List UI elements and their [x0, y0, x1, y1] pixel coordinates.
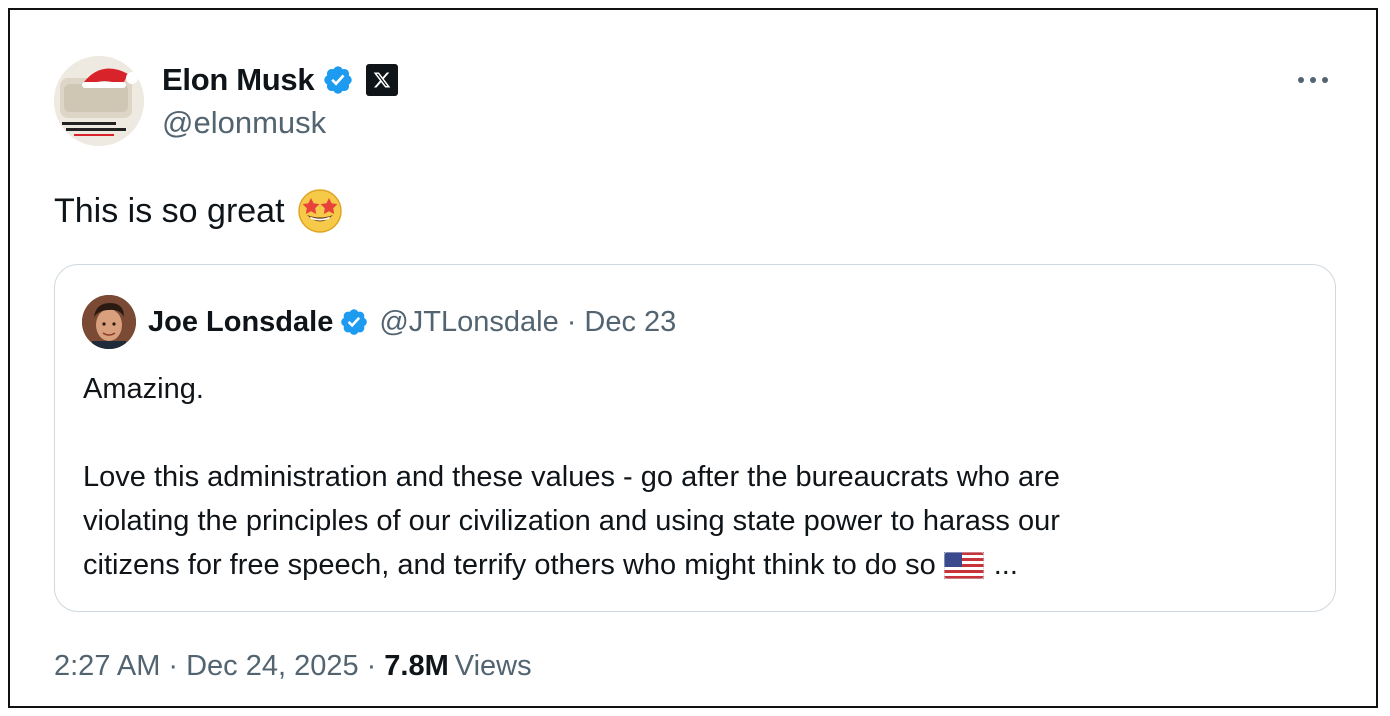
star-struck-emoji-icon	[297, 189, 342, 233]
tweet-text: This is so great	[54, 191, 285, 230]
tweet-frame: Elon Musk @elonmusk This is so great Joe…	[8, 8, 1378, 708]
quote-body: Amazing. Love this administration and th…	[83, 367, 1308, 587]
quoted-tweet-card[interactable]: Joe Lonsdale @JTLonsdale · Dec 23 Amazin…	[54, 264, 1336, 612]
author-row: Elon Musk	[162, 60, 399, 100]
quote-line-3: violating the principles of our civiliza…	[83, 505, 1060, 537]
quote-verified-badge-icon[interactable]	[339, 307, 369, 337]
quote-line-1: Amazing.	[83, 373, 204, 405]
views-count[interactable]: 7.8M	[384, 650, 448, 683]
quote-line-4-text: citizens for free speech, and terrify ot…	[83, 549, 936, 581]
verified-badge-icon[interactable]	[322, 64, 354, 96]
quote-avatar-image	[82, 295, 136, 349]
quote-line-2: Love this administration and these value…	[83, 461, 1060, 493]
quote-author-name[interactable]: Joe Lonsdale	[148, 306, 333, 339]
author-name[interactable]: Elon Musk	[162, 62, 315, 98]
quote-blank-line	[83, 411, 1308, 455]
us-flag-icon	[943, 552, 984, 579]
tweet-meta: 2:27 AM · Dec 24, 2025 · 7.8M Views	[54, 650, 532, 683]
tweet-date[interactable]: Dec 24, 2025	[186, 650, 359, 683]
views-label[interactable]: Views	[455, 650, 532, 683]
meta-separator-2: ·	[366, 650, 377, 682]
tweet-text-row: This is so great	[54, 188, 343, 234]
more-options-button[interactable]	[1290, 62, 1336, 98]
author-handle[interactable]: @elonmusk	[162, 105, 326, 141]
quote-header: Joe Lonsdale @JTLonsdale · Dec 23	[82, 295, 676, 349]
avatar-image	[54, 56, 144, 146]
x-logo-icon	[373, 72, 391, 88]
quote-date[interactable]: Dec 23	[584, 306, 676, 339]
x-affiliation-badge[interactable]	[366, 64, 399, 96]
avatar[interactable]	[54, 56, 144, 146]
more-options-icon	[1298, 77, 1328, 83]
quote-author-handle[interactable]: @JTLonsdale	[379, 306, 558, 339]
meta-separator-1: ·	[168, 650, 179, 682]
tweet-time[interactable]: 2:27 AM	[54, 650, 160, 683]
quote-ellipsis: ...	[993, 549, 1018, 581]
quote-line-4: citizens for free speech, and terrify ot…	[83, 543, 1308, 587]
quote-separator: ·	[566, 305, 577, 338]
quote-avatar[interactable]	[82, 295, 136, 349]
